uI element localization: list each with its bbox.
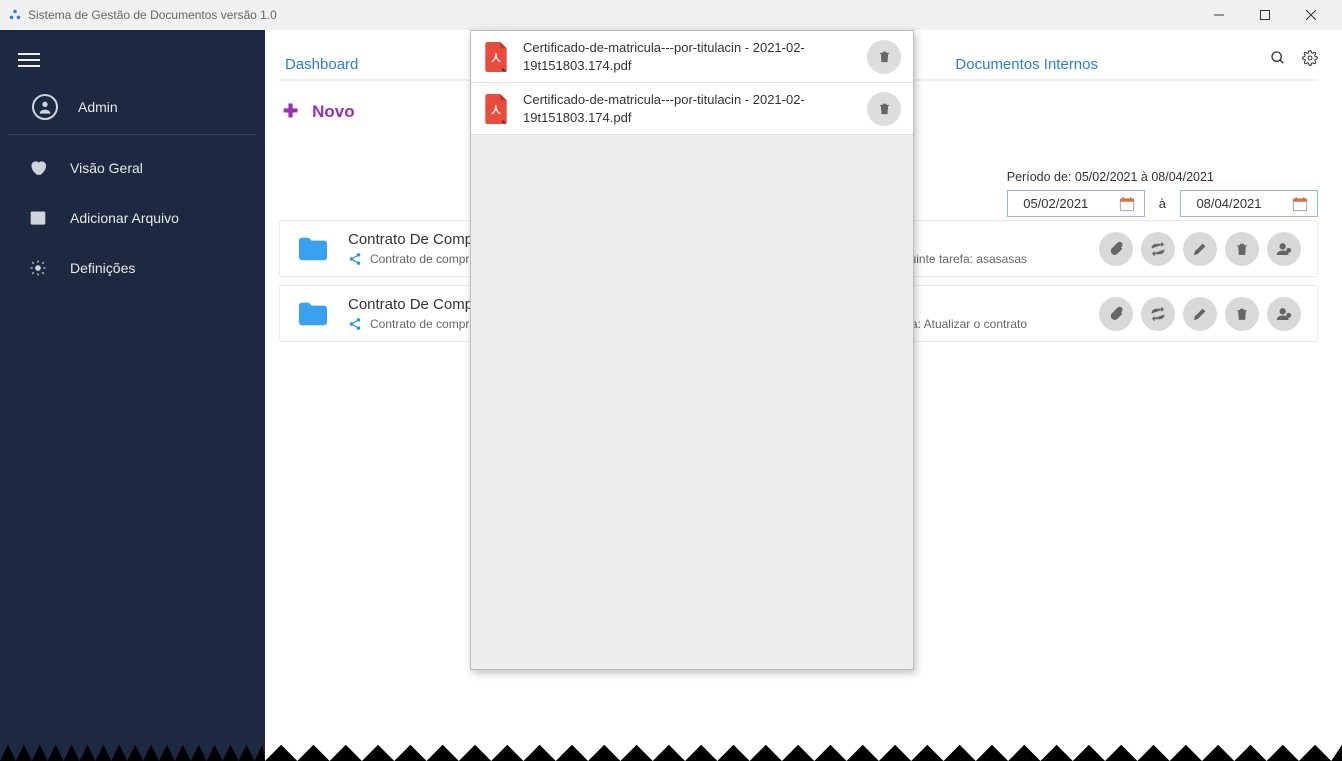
app-icon [8, 8, 22, 22]
tab-dashboard[interactable]: Dashboard [285, 56, 358, 81]
sidebar-item-label: Definições [70, 260, 135, 276]
search-button[interactable] [1270, 50, 1286, 66]
attachment-delete-button[interactable] [867, 92, 901, 126]
sidebar-user[interactable]: Admin [8, 80, 257, 135]
sidebar-item-label: Adicionar Arquivo [70, 210, 179, 226]
edit-button[interactable] [1183, 297, 1217, 331]
sidebar-user-name: Admin [78, 99, 118, 115]
date-from-value: 05/02/2021 [1016, 196, 1096, 211]
window-minimize-button[interactable] [1196, 0, 1242, 30]
date-to-input[interactable]: 08/04/2021 [1180, 190, 1318, 217]
sidebar-item-overview[interactable]: Visão Geral [0, 143, 265, 193]
delete-button[interactable] [1225, 232, 1259, 266]
sidebar-item-label: Visão Geral [70, 160, 143, 176]
attachment-row[interactable]: 人 Certificado-de-matricula---por-titulac… [471, 31, 913, 83]
period-filter: Período de: 05/02/2021 à 08/04/2021 05/0… [1007, 170, 1318, 217]
user-avatar-icon [32, 94, 58, 120]
sidebar: Admin Visão Geral Adicionar Arquivo Defi… [0, 30, 265, 761]
add-file-icon [28, 209, 48, 227]
pdf-icon: 人 [483, 42, 509, 72]
window-maximize-button[interactable] [1242, 0, 1288, 30]
pdf-icon: 人 [483, 94, 509, 124]
period-label: Período de: 05/02/2021 à 08/04/2021 [1007, 170, 1318, 184]
gear-icon [28, 259, 48, 277]
card-subtitle: Contrato de compra [370, 252, 476, 266]
sidebar-item-settings[interactable]: Definições [0, 243, 265, 293]
attachment-filename: Certificado-de-matricula---por-titulacin… [523, 39, 853, 74]
folder-icon [296, 300, 330, 328]
attachments-popup: 人 Certificado-de-matricula---por-titulac… [470, 30, 914, 670]
window-title: Sistema de Gestão de Documentos versão 1… [28, 8, 277, 22]
delete-button[interactable] [1225, 297, 1259, 331]
date-from-input[interactable]: 05/02/2021 [1007, 190, 1145, 217]
tab-internal-documents[interactable]: Documentos Internos [955, 56, 1098, 81]
attachment-row[interactable]: 人 Certificado-de-matricula---por-titulac… [471, 83, 913, 135]
svg-text:人: 人 [491, 104, 501, 116]
heart-pulse-icon [28, 159, 48, 177]
folder-icon [296, 235, 330, 263]
attachment-filename: Certificado-de-matricula---por-titulacin… [523, 91, 853, 126]
plus-icon: ✚ [283, 101, 298, 122]
window-titlebar: Sistema de Gestão de Documentos versão 1… [0, 0, 1342, 30]
window-close-button[interactable] [1288, 0, 1334, 30]
attach-button[interactable] [1099, 297, 1133, 331]
svg-text:人: 人 [491, 52, 501, 64]
attachment-delete-button[interactable] [867, 40, 901, 74]
settings-button[interactable] [1302, 50, 1318, 66]
edit-button[interactable] [1183, 232, 1217, 266]
attach-button[interactable] [1099, 232, 1133, 266]
sync-button[interactable] [1141, 232, 1175, 266]
share-icon [348, 252, 362, 266]
new-button-label: Novo [312, 102, 355, 122]
sync-button[interactable] [1141, 297, 1175, 331]
period-separator: à [1159, 196, 1166, 211]
calendar-icon [1118, 195, 1136, 213]
hamburger-menu-button[interactable] [0, 40, 265, 80]
sidebar-item-add-file[interactable]: Adicionar Arquivo [0, 193, 265, 243]
assign-user-button[interactable] [1267, 232, 1301, 266]
share-icon [348, 317, 362, 331]
assign-user-button[interactable] [1267, 297, 1301, 331]
calendar-icon [1291, 195, 1309, 213]
card-subtitle: Contrato de compra [370, 317, 476, 331]
date-to-value: 08/04/2021 [1189, 196, 1269, 211]
